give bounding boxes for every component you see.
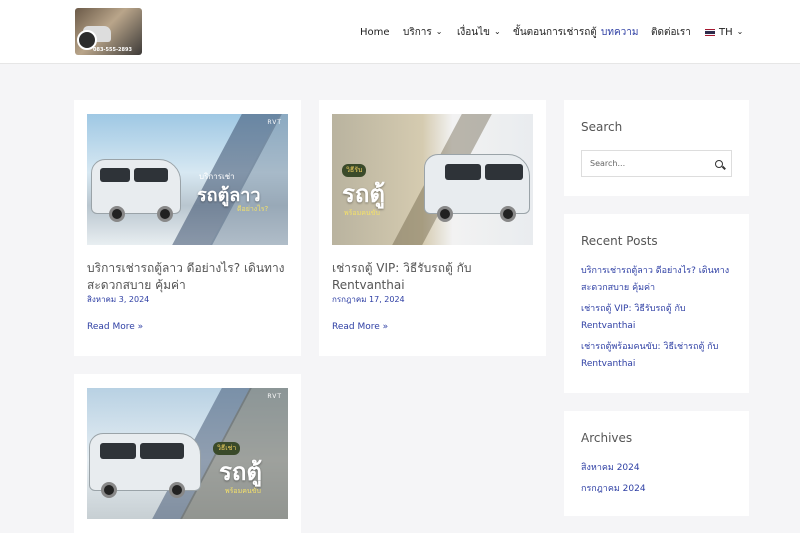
van-wheel <box>157 206 173 222</box>
post-title[interactable]: เช่ารถตู้ VIP: วิธีรับรถตู้ กับ Rentvant… <box>332 260 537 294</box>
van-window <box>100 168 130 182</box>
van-window <box>140 443 184 459</box>
main-nav-articles: บทความ <box>601 0 638 64</box>
van-wheel <box>101 482 117 498</box>
chevron-down-icon: ⌄ <box>435 27 443 36</box>
language-switcher[interactable]: TH ⌄ <box>705 27 743 38</box>
van-wheel <box>500 206 516 222</box>
nav-home[interactable]: Home <box>360 27 390 38</box>
post-thumbnail[interactable]: วิธีเช่า รถตู้ พร้อมคนขับ RVT <box>87 388 288 519</box>
search-input[interactable]: Search... <box>581 150 732 177</box>
archives-widget: Archives สิงหาคม 2024 กรกฎาคม 2024 <box>564 411 749 516</box>
main-nav: Home <box>360 0 390 64</box>
nav-contact[interactable]: ติดต่อเรา <box>651 25 691 40</box>
nav-rental-steps[interactable]: ขั้นตอนการเช่ารถตู้ <box>513 25 597 40</box>
thumb-watermark: RVT <box>267 393 282 400</box>
main-nav-contact: ติดต่อเรา <box>651 0 691 64</box>
language-label: TH <box>719 26 733 38</box>
thumb-watermark: RVT <box>267 119 282 126</box>
search-widget: Search Search... <box>564 100 749 196</box>
archives-title: Archives <box>581 431 633 445</box>
nav-rental-steps-label: ขั้นตอนการเช่ารถตู้ <box>513 26 597 38</box>
van-window <box>485 164 523 180</box>
thai-flag-icon <box>705 28 715 36</box>
thumb-text-line3: ดีอย่างไร? <box>237 205 269 213</box>
nav-home-label: Home <box>360 26 390 38</box>
site-logo[interactable]: 083-555-2893 <box>75 8 142 55</box>
nav-contact-label: ติดต่อเรา <box>651 26 691 38</box>
thumb-text-line3: พร้อมคนขับ <box>344 209 380 217</box>
main-nav-services: บริการ ⌄ <box>403 0 442 64</box>
post-date: สิงหาคม 3, 2024 <box>87 295 150 304</box>
recent-post-link[interactable]: เช่ารถตู้ VIP: วิธีรับรถตู้ กับ Rentvant… <box>581 301 741 335</box>
archive-link[interactable]: สิงหาคม 2024 <box>581 460 741 477</box>
post-card: วิธีรับ รถตู้ พร้อมคนขับ เช่ารถตู้ VIP: … <box>319 100 546 356</box>
logo-phone: 083-555-2893 <box>93 47 132 53</box>
main-nav-steps: ขั้นตอนการเช่ารถตู้ <box>513 0 597 64</box>
post-title[interactable]: บริการเช่ารถตู้ลาว ดีอย่างไร? เดินทางสะด… <box>87 260 292 294</box>
recent-post-link[interactable]: เช่ารถตู้พร้อมคนขับ: วิธีเช่ารถตู้ กับ R… <box>581 339 741 373</box>
post-date: กรกฎาคม 17, 2024 <box>332 295 405 304</box>
van-graphic <box>424 154 530 214</box>
van-window <box>100 443 136 459</box>
post-card: บริการเช่า รถตู้ลาว ดีอย่างไร? RVT บริกา… <box>74 100 301 356</box>
main-nav-language: TH ⌄ <box>705 0 743 64</box>
nav-articles[interactable]: บทความ <box>601 25 638 40</box>
post-card: วิธีเช่า รถตู้ พร้อมคนขับ RVT <box>74 374 301 533</box>
van-window <box>445 164 481 180</box>
recent-post-link[interactable]: บริการเช่ารถตู้ลาว ดีอย่างไร? เดินทางสะด… <box>581 263 741 297</box>
nav-terms-label: เงื่อนไข <box>457 26 491 38</box>
main-nav-terms: เงื่อนไข ⌄ <box>457 0 501 64</box>
post-thumbnail[interactable]: วิธีรับ รถตู้ พร้อมคนขับ <box>332 114 533 245</box>
archive-link[interactable]: กรกฎาคม 2024 <box>581 481 741 498</box>
van-wheel <box>109 206 125 222</box>
chevron-down-icon: ⌄ <box>736 27 744 36</box>
thumb-text-line3: พร้อมคนขับ <box>225 487 261 495</box>
van-wheel <box>169 482 185 498</box>
nav-terms[interactable]: เงื่อนไข ⌄ <box>457 25 501 40</box>
van-wheel <box>437 206 453 222</box>
search-icon[interactable] <box>715 159 723 168</box>
nav-articles-label: บทความ <box>601 26 639 38</box>
recent-posts-title: Recent Posts <box>581 234 658 248</box>
chevron-down-icon: ⌄ <box>494 27 501 36</box>
post-thumbnail[interactable]: บริการเช่า รถตู้ลาว ดีอย่างไร? RVT <box>87 114 288 245</box>
site-header: 083-555-2893 Home บริการ ⌄ เงื่อนไข ⌄ ขั้น… <box>0 0 800 64</box>
nav-services-label: บริการ <box>403 26 432 38</box>
search-widget-title: Search <box>581 120 623 134</box>
read-more-link[interactable]: Read More » <box>332 322 388 332</box>
recent-posts-widget: Recent Posts บริการเช่ารถตู้ลาว ดีอย่างไ… <box>564 214 749 393</box>
van-window <box>134 168 168 182</box>
search-placeholder: Search... <box>590 159 626 168</box>
nav-services[interactable]: บริการ ⌄ <box>403 25 442 40</box>
read-more-link[interactable]: Read More » <box>87 322 143 332</box>
